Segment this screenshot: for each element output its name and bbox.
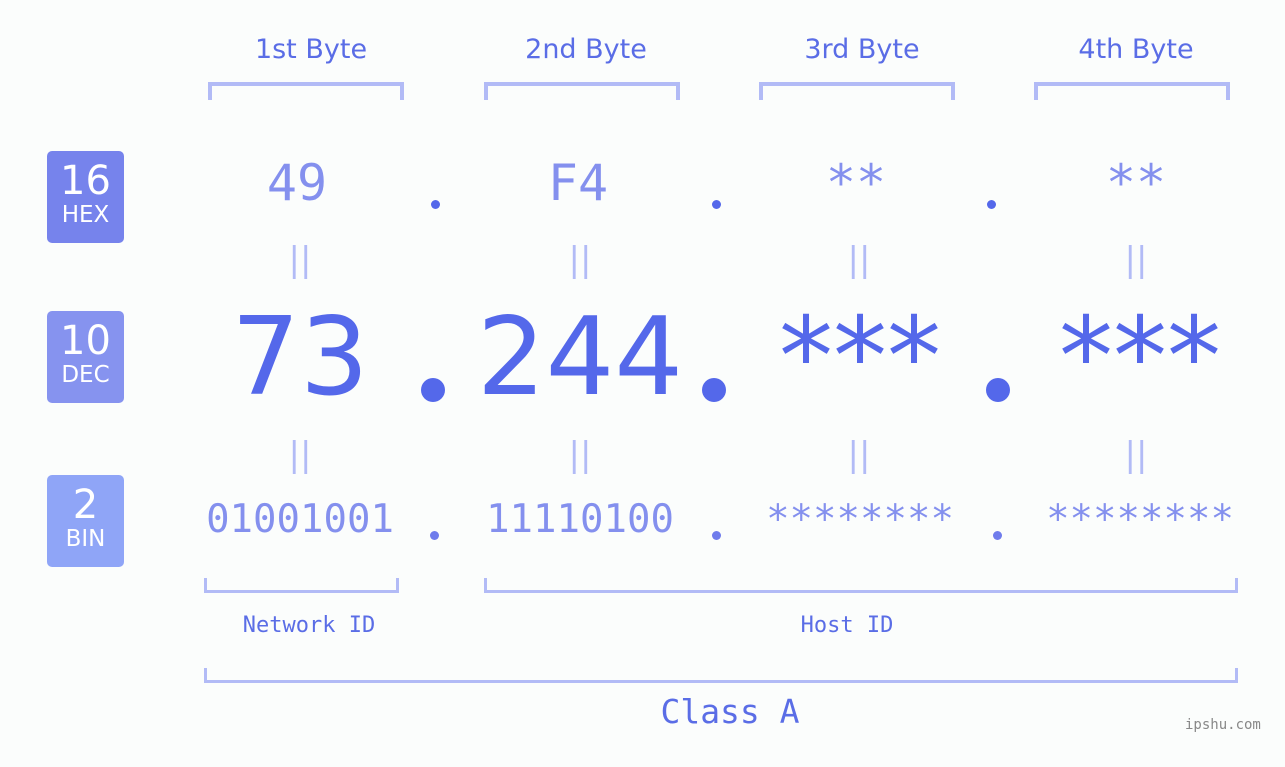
dec-byte-4: *** bbox=[1059, 295, 1221, 420]
header-byte-2: 2nd Byte bbox=[525, 34, 647, 65]
dec-byte-3: *** bbox=[779, 295, 941, 420]
hex-separator-dot bbox=[987, 200, 996, 209]
bin-separator-dot bbox=[430, 531, 439, 540]
bin-badge: 2 BIN bbox=[47, 475, 124, 567]
header-byte-1: 1st Byte bbox=[254, 34, 368, 65]
equals-icon: || bbox=[847, 240, 871, 280]
bin-separator-dot bbox=[712, 531, 721, 540]
header-byte-3: 3rd Byte bbox=[804, 34, 920, 65]
bin-byte-2: 11110100 bbox=[486, 497, 674, 542]
hex-byte-4: ** bbox=[1105, 154, 1167, 212]
hex-byte-2: F4 bbox=[547, 154, 609, 212]
host-id-label: Host ID bbox=[800, 613, 894, 638]
equals-icon: || bbox=[288, 435, 312, 475]
dec-separator-dot bbox=[702, 378, 726, 402]
byte-4-bracket bbox=[1034, 82, 1230, 100]
byte-3-bracket bbox=[759, 82, 955, 100]
bin-label: BIN bbox=[65, 526, 106, 552]
host-id-bracket bbox=[484, 578, 1238, 593]
dec-base: 10 bbox=[60, 318, 111, 364]
class-bracket bbox=[204, 668, 1238, 683]
hex-byte-3: ** bbox=[825, 154, 887, 212]
equals-icon: || bbox=[1124, 240, 1148, 280]
network-id-bracket bbox=[204, 578, 399, 593]
hex-base: 16 bbox=[60, 158, 111, 204]
bin-separator-dot bbox=[993, 531, 1002, 540]
class-label: Class A bbox=[660, 692, 800, 731]
hex-byte-1: 49 bbox=[266, 154, 328, 212]
equals-icon: || bbox=[1124, 435, 1148, 475]
hex-separator-dot bbox=[431, 200, 440, 209]
byte-1-bracket bbox=[208, 82, 404, 100]
dec-separator-dot bbox=[986, 378, 1010, 402]
bin-base: 2 bbox=[72, 482, 99, 528]
equals-icon: || bbox=[568, 435, 592, 475]
watermark: ipshu.com bbox=[1185, 717, 1261, 733]
bin-byte-1: 01001001 bbox=[206, 497, 394, 542]
hex-label: HEX bbox=[61, 202, 110, 228]
byte-2-bracket bbox=[484, 82, 680, 100]
dec-separator-dot bbox=[421, 378, 445, 402]
dec-badge: 10 DEC bbox=[47, 311, 124, 403]
header-byte-4: 4th Byte bbox=[1078, 34, 1194, 65]
dec-byte-2: 244 bbox=[476, 295, 684, 420]
dec-label: DEC bbox=[61, 362, 110, 388]
equals-icon: || bbox=[288, 240, 312, 280]
equals-icon: || bbox=[568, 240, 592, 280]
hex-separator-dot bbox=[712, 200, 721, 209]
equals-icon: || bbox=[847, 435, 871, 475]
hex-badge: 16 HEX bbox=[47, 151, 124, 243]
network-id-label: Network ID bbox=[242, 613, 376, 638]
dec-byte-1: 73 bbox=[231, 295, 369, 420]
bin-byte-4: ******** bbox=[1046, 497, 1234, 542]
bin-byte-3: ******** bbox=[766, 497, 954, 542]
